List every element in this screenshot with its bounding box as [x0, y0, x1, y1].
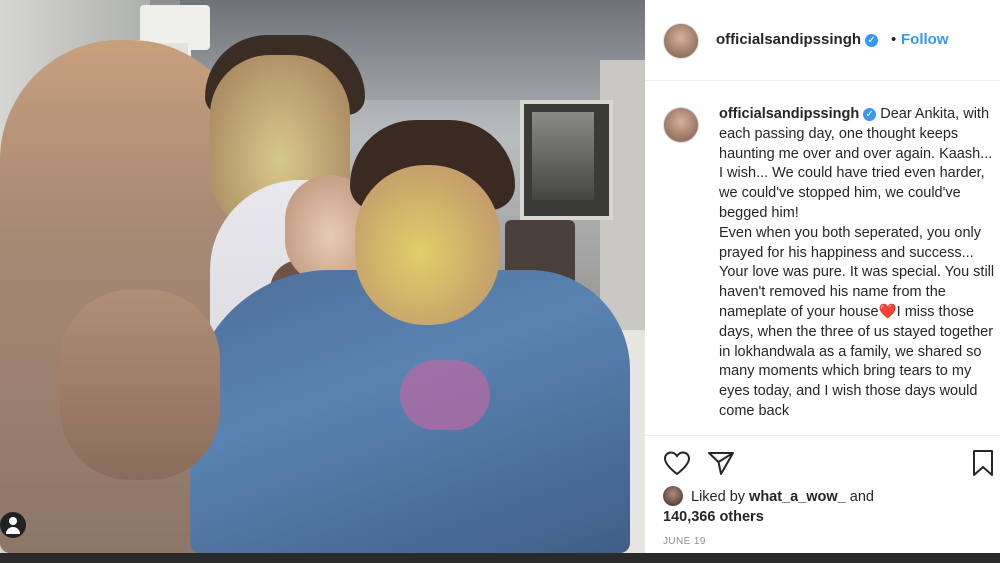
follow-button[interactable]: Follow [901, 31, 949, 48]
liked-by-user[interactable]: what_a_wow_ [749, 489, 846, 505]
header-separator: • [891, 31, 897, 48]
author-name-row: officialsandipssingh ✓ [716, 31, 879, 49]
post-date[interactable]: JUNE 19 [663, 536, 706, 547]
liked-by-prefix: Liked by [691, 489, 746, 505]
caption-scroll-area[interactable]: officialsandipssingh ✓ Dear Ankita, with … [663, 105, 1000, 435]
bookmark-icon[interactable] [972, 449, 994, 482]
verified-badge-icon: ✓ [863, 108, 877, 121]
caption-author-username[interactable]: officialsandipssingh [719, 106, 859, 122]
user-icon-head [9, 517, 17, 525]
red-heart-emoji-icon: ❤️ [878, 303, 897, 320]
user-icon[interactable] [0, 512, 26, 538]
author-avatar[interactable] [663, 23, 699, 59]
post-side-panel: officialsandipssingh ✓ • Follow officials… [645, 0, 1000, 553]
verified-badge-icon: ✓ [865, 34, 879, 47]
author-username[interactable]: officialsandipssingh [716, 31, 861, 48]
bottom-strip [0, 553, 1000, 563]
likes-summary: Liked by what_a_wow_ and 140,366 others [663, 486, 874, 527]
photo-arm [60, 290, 220, 480]
liked-by-and: and [849, 489, 874, 505]
photo-color-splash [400, 360, 490, 430]
caption-part-1: Dear Ankita, with each passing day, one … [719, 106, 993, 221]
heart-outline-icon[interactable] [663, 450, 691, 481]
caption-author-avatar[interactable] [663, 107, 699, 143]
post-photo[interactable] [0, 0, 645, 553]
user-icon-body [6, 527, 20, 534]
photo-picture-inner [532, 112, 594, 200]
post-header: officialsandipssingh ✓ • Follow [645, 0, 1000, 81]
likes-count[interactable]: 140,366 others [663, 509, 764, 525]
post-actions: Liked by what_a_wow_ and 140,366 others … [645, 435, 1000, 554]
liker-avatar[interactable] [663, 486, 683, 506]
caption-text: officialsandipssingh ✓ Dear Ankita, with … [719, 105, 999, 422]
photo-person-right-face [355, 165, 500, 325]
paper-plane-icon[interactable] [707, 450, 735, 481]
caption-part-3: I miss those days, when the three of us … [719, 303, 994, 419]
